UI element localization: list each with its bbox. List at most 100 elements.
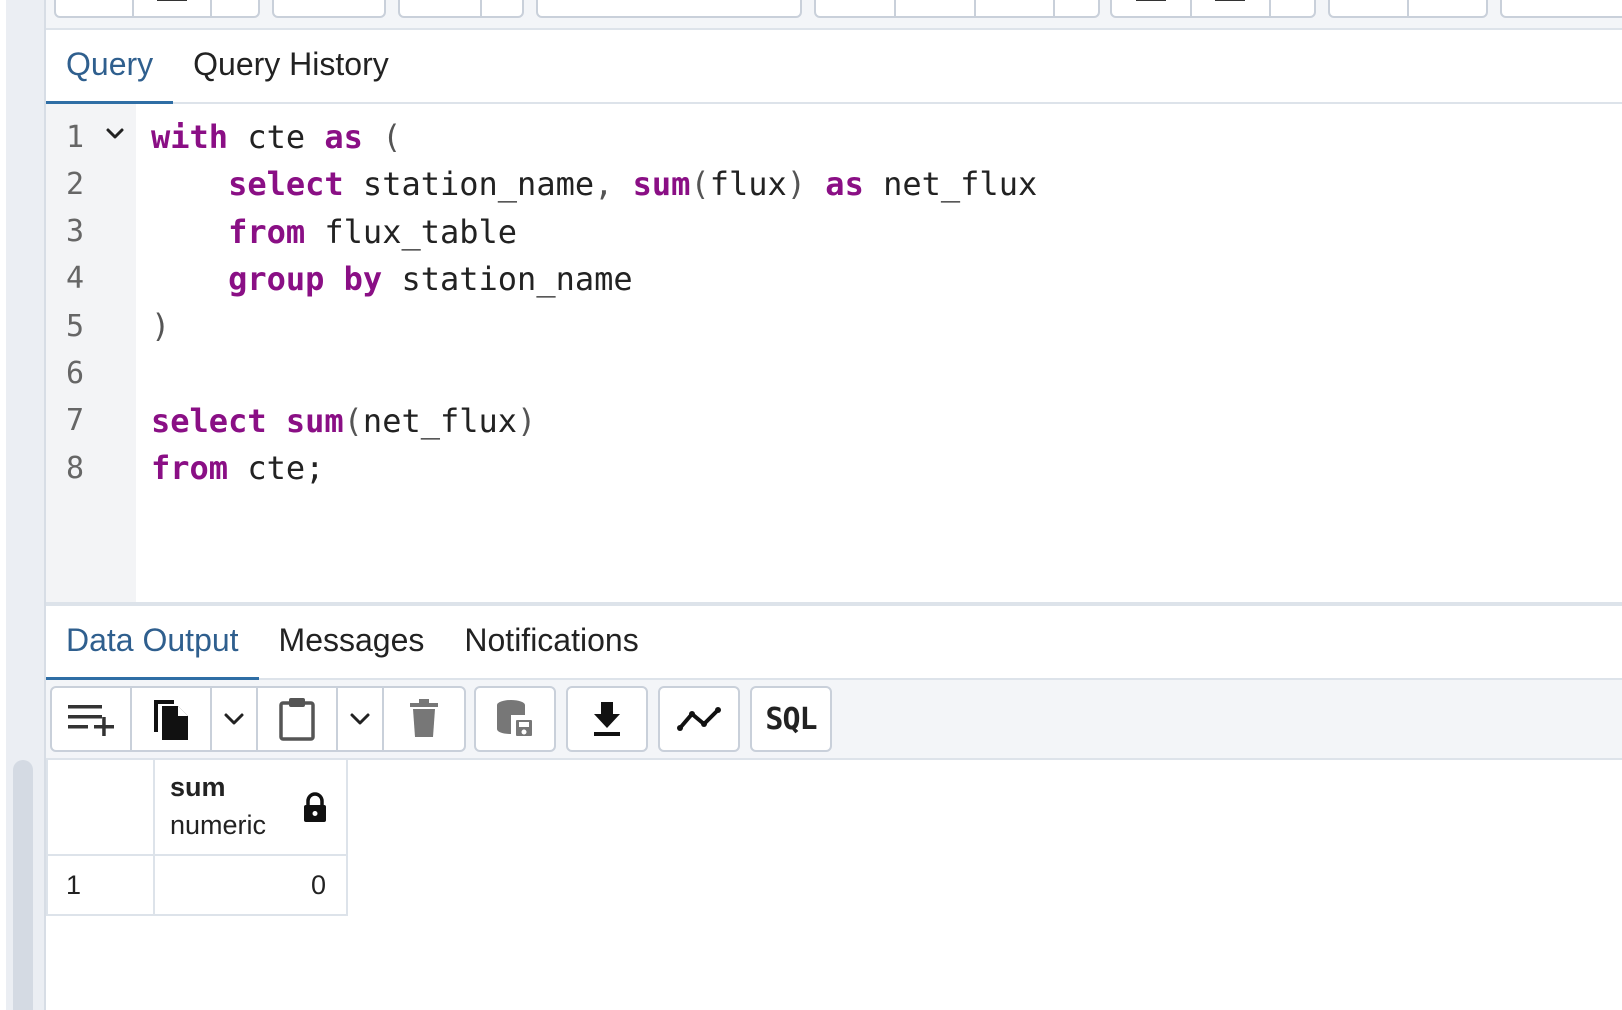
- sql-keyword: from: [228, 212, 306, 251]
- add-row-button[interactable]: [52, 688, 132, 750]
- add-row-icon: [68, 705, 114, 736]
- toolbar-button[interactable]: [212, 0, 258, 16]
- sql-token: (: [362, 118, 402, 156]
- toolbar-button[interactable]: [134, 0, 213, 16]
- sql-token: net_flux: [863, 165, 1038, 204]
- line-number-gutter: 1 2 3 4 5 6 7 8: [46, 104, 136, 604]
- result-tab-bar: Data Output Messages Notifications: [46, 605, 1622, 681]
- delete-row-button[interactable]: [384, 688, 464, 750]
- code-line[interactable]: with cte as (: [151, 114, 1037, 161]
- toolbar-button[interactable]: [1055, 0, 1098, 16]
- delete-icon: [410, 699, 438, 737]
- sql-token: net_flux: [362, 401, 518, 440]
- query-tool-toolbar: [46, 0, 1622, 30]
- toolbar-button[interactable]: [1192, 0, 1272, 16]
- line-number: 8: [66, 451, 85, 486]
- toolbar-group-file[interactable]: [54, 0, 260, 18]
- code-line[interactable]: ): [151, 303, 1037, 350]
- table-row[interactable]: 1 0: [48, 856, 348, 916]
- row-number-cell[interactable]: 1: [48, 856, 155, 916]
- sql-button[interactable]: SQL: [752, 688, 830, 750]
- download-icon: [594, 702, 620, 736]
- row-number-header[interactable]: [48, 760, 155, 856]
- code-content[interactable]: with cte as ( select station_name, sum(f…: [151, 114, 1037, 492]
- toolbar-group-edit[interactable]: [272, 0, 386, 18]
- graph-visualiser-button[interactable]: [660, 688, 738, 750]
- toolbar-button[interactable]: [1112, 0, 1192, 16]
- data-cell[interactable]: 0: [155, 856, 348, 916]
- toolbar-button[interactable]: [976, 0, 1056, 16]
- tab-notifications[interactable]: Notifications: [444, 605, 658, 679]
- sql-keyword: sum: [285, 401, 344, 440]
- download-button[interactable]: [568, 688, 646, 750]
- toolbar-button[interactable]: [1330, 0, 1409, 16]
- toolbar-button[interactable]: [1271, 0, 1314, 16]
- toolbar-group-execute[interactable]: [814, 0, 1100, 18]
- chevron-down-icon: [350, 713, 370, 725]
- save-button-group: [474, 686, 556, 752]
- toolbar-button[interactable]: [1502, 0, 1622, 16]
- sql-button-group: SQL: [750, 686, 832, 752]
- sql-token: ): [151, 307, 171, 346]
- toolbar-button[interactable]: [1409, 0, 1486, 16]
- copy-icon: [154, 700, 188, 740]
- toolbar-button[interactable]: [538, 0, 800, 16]
- toolbar-button[interactable]: [400, 0, 482, 16]
- sql-token: (: [690, 165, 710, 204]
- sql-icon: SQL: [765, 701, 817, 737]
- column-header-sum[interactable]: sum numeric: [155, 760, 348, 856]
- graph-button-group: [658, 686, 740, 752]
- code-line[interactable]: select station_name, sum(flux) as net_fl…: [151, 161, 1037, 208]
- paste-options-dropdown[interactable]: [338, 688, 384, 750]
- line-number: 5: [66, 309, 85, 344]
- code-line[interactable]: select sum(net_flux): [151, 398, 1037, 445]
- code-line[interactable]: from flux_table: [151, 209, 1037, 256]
- fold-chevron-icon[interactable]: [104, 122, 126, 144]
- toolbar-button[interactable]: [482, 0, 522, 16]
- toolbar-group-more[interactable]: [1500, 0, 1622, 18]
- sql-editor[interactable]: 1 2 3 4 5 6 7 8 with cte as ( select sta…: [46, 104, 1622, 604]
- copy-options-dropdown[interactable]: [212, 688, 258, 750]
- paste-button[interactable]: [258, 688, 338, 750]
- save-data-icon: [497, 700, 534, 738]
- toolbar-group-transaction[interactable]: [1110, 0, 1316, 18]
- line-number: 3: [66, 214, 85, 249]
- data-grid: sum numeric 1 0: [46, 760, 348, 916]
- tab-query-history[interactable]: Query History: [173, 29, 409, 103]
- sql-keyword: as: [825, 165, 864, 204]
- copy-button[interactable]: [132, 688, 212, 750]
- edit-button-group: [50, 686, 466, 752]
- toolbar-group-macros[interactable]: [1328, 0, 1488, 18]
- sql-keyword: select: [228, 165, 344, 204]
- sql-token: (: [343, 401, 363, 440]
- toolbar-button[interactable]: [274, 0, 384, 16]
- tab-query[interactable]: Query: [46, 29, 174, 105]
- toolbar-limit-select[interactable]: [536, 0, 802, 18]
- code-line[interactable]: group by station_name: [151, 256, 1037, 303]
- sql-keyword: sum: [632, 165, 691, 204]
- toolbar-button[interactable]: [816, 0, 896, 16]
- toolbar-group-filter[interactable]: [398, 0, 524, 18]
- column-name: sum: [170, 772, 226, 802]
- sql-token: ): [517, 401, 537, 440]
- tab-messages[interactable]: Messages: [259, 605, 445, 679]
- sql-keyword: from: [151, 449, 229, 488]
- sql-token: station_name: [382, 259, 633, 298]
- sql-token: station_name: [343, 165, 595, 204]
- vertical-scrollbar[interactable]: [13, 760, 33, 1010]
- code-line[interactable]: [151, 350, 1037, 397]
- sql-keyword: as: [324, 118, 363, 156]
- code-line[interactable]: from cte;: [151, 445, 1037, 492]
- tab-data-output[interactable]: Data Output: [46, 605, 259, 681]
- line-number: 4: [66, 261, 85, 296]
- sql-keyword: select: [151, 401, 267, 440]
- line-number: 7: [66, 403, 85, 438]
- toolbar-button[interactable]: [56, 0, 135, 16]
- toolbar-button[interactable]: [896, 0, 976, 16]
- save-data-button[interactable]: [476, 688, 554, 750]
